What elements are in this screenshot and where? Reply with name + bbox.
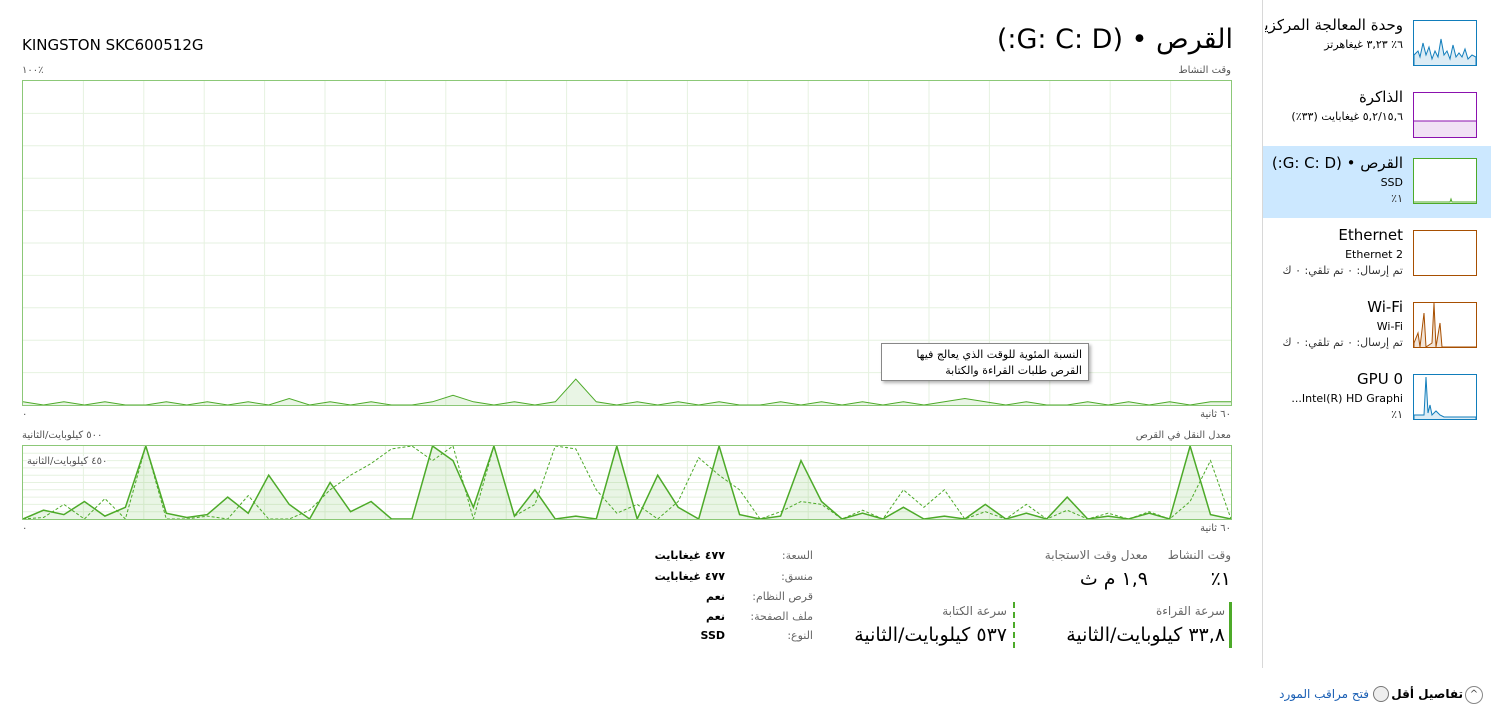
formatted-value: ٤٧٧ غيغابايت [654,570,725,583]
chevron-up-icon[interactable]: ^ [1465,686,1483,704]
read-speed-value: ٣٣,٨ كيلوبايت/الثانية [1066,624,1225,646]
capacity-label: السعة: [781,549,813,562]
formatted-label: منسق: [781,570,813,583]
transfer-chart-svg [23,446,1231,519]
wifi-thumbnail [1413,302,1477,348]
sidebar-item-value: ١٪ [1391,192,1403,205]
sidebar-item-sub: SSD [1380,176,1403,189]
system-disk-label: قرص النظام: [752,590,813,603]
sidebar-item-memory[interactable]: الذاكرة ٥,٢/١٥,٦ غيغابايت (٣٣٪) [1263,80,1491,152]
activity-time-label: ٦٠ ثانية [1200,409,1231,420]
write-speed-bar [1013,602,1015,648]
transfer-max-label: ٥٠٠ كيلوبايت/الثانية [22,430,103,441]
gpu-thumbnail [1413,374,1477,420]
activity-tooltip: النسبة المئوية للوقت الذي يعالج فيها الق… [881,343,1089,381]
sidebar-item-disk[interactable]: القرص • (G: C: D:) SSD ١٪ [1263,146,1491,218]
sidebar-item-title: وحدة المعالجة المركزية [1265,16,1403,34]
sidebar-item-title: Wi-Fi [1367,298,1403,316]
activity-graph-label: وقت النشاط [1178,65,1231,76]
sidebar-item-sub: ٦٪ ٣,٢٣ غيغاهرتز [1324,38,1403,51]
transfer-time-label: ٦٠ ثانية [1200,523,1231,534]
transfer-graph[interactable]: ٤٥٠ كيلوبايت/الثانية [22,445,1232,520]
page-file-value: نعم [706,610,725,623]
system-disk-value: نعم [706,590,725,603]
sidebar-item-title: القرص • (G: C: D:) [1271,154,1403,172]
transfer-graph-label: معدل النقل في القرص [1135,430,1231,441]
cpu-thumbnail [1413,20,1477,66]
page-title: القرص • (G: C: D:) [996,24,1233,55]
activity-max-label: ١٠٠٪ [22,65,44,76]
transfer-min-label: ٠ [22,523,28,534]
sidebar-item-sub: ٥,٢/١٥,٦ غيغابايت (٣٣٪) [1291,110,1403,123]
ethernet-thumbnail [1413,230,1477,276]
transfer-mid-label: ٤٥٠ كيلوبايت/الثانية [27,456,108,467]
write-speed-label: سرعة الكتابة [942,604,1007,618]
sidebar-item-value: تم إرسال: ٠ تم تلقي: ٠ ك [1282,264,1403,277]
page-file-label: ملف الصفحة: [750,610,813,623]
sidebar: وحدة المعالجة المركزية ٦٪ ٣,٢٣ غيغاهرتز … [1262,0,1493,668]
tooltip-line-2: القرص طلبات القراءة والكتابة [945,364,1082,377]
response-time-label: معدل وقت الاستجابة [1044,548,1148,562]
sidebar-item-ethernet[interactable]: Ethernet Ethernet 2 تم إرسال: ٠ تم تلقي:… [1263,218,1491,290]
sidebar-item-title: GPU 0 [1357,370,1403,388]
fewer-details-button[interactable]: تفاصيل أقل [1391,687,1463,701]
sidebar-item-cpu[interactable]: وحدة المعالجة المركزية ٦٪ ٣,٢٣ غيغاهرتز [1263,8,1491,80]
sidebar-item-value: ١٪ [1391,408,1403,421]
activity-min-label: ٠ [22,409,28,420]
sidebar-item-wifi[interactable]: Wi-Fi Wi-Fi تم إرسال: ٠ تم تلقي: ٠ ك [1263,290,1491,362]
sidebar-item-title: الذاكرة [1358,88,1403,106]
memory-thumbnail [1413,92,1477,138]
write-speed-value: ٥٣٧ كيلوبايت/الثانية [854,624,1007,646]
read-speed-label: سرعة القراءة [1155,604,1225,618]
read-speed-bar [1229,602,1232,648]
sidebar-item-gpu[interactable]: GPU 0 Intel(R) HD Graphi... ١٪ [1263,362,1491,434]
sidebar-item-sub: Wi-Fi [1376,320,1403,333]
active-time-label: وقت النشاط [1167,548,1231,562]
active-time-value: ١٪ [1210,568,1231,590]
response-time-value: ١,٩ م ث [1079,568,1148,590]
open-resource-monitor-link[interactable]: فتح مراقب المورد [1279,687,1369,701]
footer-bar: ^ تفاصيل أقل فتح مراقب المورد [1260,684,1493,708]
type-label: النوع: [787,629,813,642]
sidebar-item-value: تم إرسال: ٠ تم تلقي: ٠ ك [1282,336,1403,349]
tooltip-line-1: النسبة المئوية للوقت الذي يعالج فيها [916,348,1082,361]
sidebar-item-sub: Ethernet 2 [1345,248,1403,261]
disk-model: KINGSTON SKC600512G [22,36,204,54]
resource-monitor-icon [1373,686,1389,702]
disk-thumbnail [1413,158,1477,204]
sidebar-item-title: Ethernet [1338,226,1403,244]
capacity-value: ٤٧٧ غيغابايت [654,549,725,562]
type-value: SSD [700,629,725,642]
sidebar-item-sub: Intel(R) HD Graphi... [1291,392,1403,405]
